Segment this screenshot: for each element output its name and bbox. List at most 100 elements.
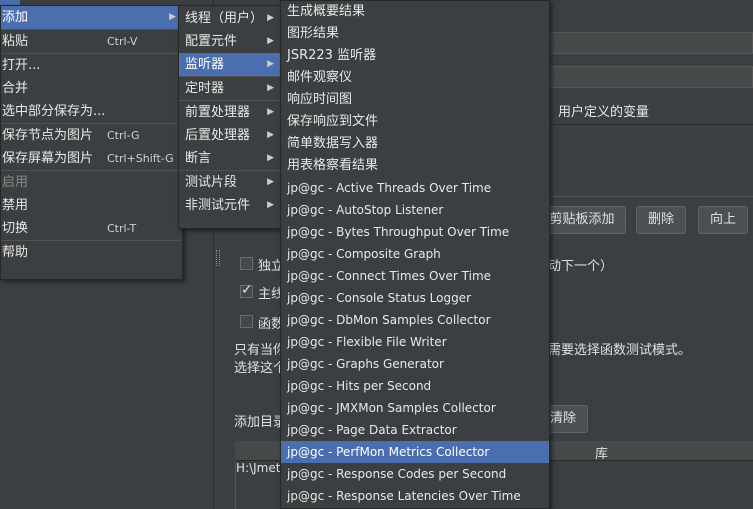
menu-item-label: 响应时间图 <box>287 92 353 107</box>
menu-item-help[interactable]: 帮助 <box>1 241 182 264</box>
listener-mailer-visualizer[interactable]: 邮件观察仪 <box>281 67 549 89</box>
submenu-arrow-icon: ▶ <box>267 177 274 187</box>
listener-active-threads[interactable]: jp@gc - Active Threads Over Time <box>281 177 549 199</box>
menu-item-label: 保存响应到文件 <box>287 114 379 129</box>
listener-hits-per-second[interactable]: jp@gc - Hits per Second <box>281 375 549 397</box>
listener-graphs-generator[interactable]: jp@gc - Graphs Generator <box>281 353 549 375</box>
submenu-item-config-element[interactable]: 配置元件 ▶ <box>179 30 280 53</box>
listener-console-status-logger[interactable]: jp@gc - Console Status Logger <box>281 287 549 309</box>
user-defined-vars-table[interactable] <box>548 125 753 197</box>
menu-item-label: 非测试元件 <box>185 198 251 213</box>
menu-item-label: 测试片段 <box>185 175 238 190</box>
independent-thread-checkbox[interactable] <box>240 257 253 270</box>
menu-item-label: JSR223 监听器 <box>287 48 377 63</box>
listener-view-results-table[interactable]: 用表格察看结果 <box>281 155 549 177</box>
menu-item-add[interactable]: 添加 ▶ <box>1 6 182 29</box>
submenu-arrow-icon: ▶ <box>267 59 274 69</box>
menu-item-merge[interactable]: 合并 <box>1 77 182 100</box>
menu-item-label: 合并 <box>2 81 29 96</box>
listener-response-time-graph[interactable]: 响应时间图 <box>281 89 549 111</box>
next-hint-text: 动下一个） <box>548 259 614 274</box>
menu-item-label: 断言 <box>185 151 212 166</box>
submenu-arrow-icon: ▶ <box>267 200 274 210</box>
listener-bytes-throughput[interactable]: jp@gc - Bytes Throughput Over Time <box>281 221 549 243</box>
listener-graph-results[interactable]: 图形结果 <box>281 23 549 45</box>
listener-save-responses[interactable]: 保存响应到文件 <box>281 111 549 133</box>
menu-item-open[interactable]: 打开... <box>1 54 182 77</box>
menu-item-label: 启用 <box>2 175 29 190</box>
menu-item-label: 切换 <box>2 221 29 236</box>
submenu-arrow-icon: ▶ <box>267 153 274 163</box>
listener-response-latencies[interactable]: jp@gc - Response Latencies Over Time <box>281 485 549 507</box>
submenu-arrow-icon: ▶ <box>267 107 274 117</box>
menu-item-label: 用表格察看结果 <box>287 158 379 173</box>
delete-button[interactable]: 删除 <box>636 206 686 234</box>
submenu-arrow-icon: ▶ <box>267 83 274 93</box>
submenu-item-test-fragment[interactable]: 测试片段 ▶ <box>179 171 280 194</box>
menu-item-label: 保存屏幕为图片 <box>2 151 94 166</box>
menu-item-label: jp@gc - Console Status Logger <box>287 291 471 305</box>
menu-item-label: jp@gc - Bytes Throughput Over Time <box>287 225 510 239</box>
menu-item-label: jp@gc - Active Threads Over Time <box>287 181 492 195</box>
listener-dbmon-collector[interactable]: jp@gc - DbMon Samples Collector <box>281 309 549 331</box>
listener-flexible-file-writer[interactable]: jp@gc - Flexible File Writer <box>281 331 549 353</box>
listener-jsr223[interactable]: JSR223 监听器 <box>281 45 549 67</box>
listener-summary-report[interactable]: 生成概要结果 <box>281 1 549 23</box>
functional-mode-checkbox[interactable] <box>240 315 253 328</box>
listener-composite-graph[interactable]: jp@gc - Composite Graph <box>281 243 549 265</box>
submenu-item-timer[interactable]: 定时器 ▶ <box>179 77 280 100</box>
submenu-item-listener[interactable]: 监听器 ▶ <box>179 53 280 76</box>
functional-note-end: 需要选择函数测试模式。 <box>548 343 692 358</box>
listener-response-codes[interactable]: jp@gc - Response Codes per Second <box>281 463 549 485</box>
submenu-item-assertion[interactable]: 断言 ▶ <box>179 147 280 170</box>
menu-item-save-node-image[interactable]: 保存节点为图片 Ctrl-G <box>1 124 182 147</box>
menu-item-disable[interactable]: 禁用 <box>1 194 182 217</box>
user-defined-vars-header: 用户定义的变量 <box>548 101 753 125</box>
listener-simple-data-writer[interactable]: 简单数据写入器 <box>281 133 549 155</box>
menu-item-label: jp@gc - Graphs Generator <box>287 357 444 371</box>
menu-item-save-screen-image[interactable]: 保存屏幕为图片 Ctrl+Shift-G <box>1 147 182 170</box>
listener-page-data-extractor[interactable]: jp@gc - Page Data Extractor <box>281 419 549 441</box>
submenu-item-non-test-element[interactable]: 非测试元件 ▶ <box>179 194 280 217</box>
comment-field[interactable] <box>548 66 753 88</box>
listener-jmxmon-collector[interactable]: jp@gc - JMXMon Samples Collector <box>281 397 549 419</box>
menu-item-save-selection[interactable]: 选中部分保存为... <box>1 100 182 123</box>
listener-submenu: 生成概要结果 图形结果 JSR223 监听器 邮件观察仪 响应时间图 保存响应到… <box>280 0 550 509</box>
menu-item-label: 邮件观察仪 <box>287 70 353 85</box>
listener-connect-times[interactable]: jp@gc - Connect Times Over Time <box>281 265 549 287</box>
menu-item-label: 定时器 <box>185 81 225 96</box>
move-up-button[interactable]: 向上 <box>698 206 748 234</box>
menu-item-label: 选中部分保存为... <box>2 104 106 119</box>
submenu-item-pre-processor[interactable]: 前置处理器 ▶ <box>179 101 280 124</box>
listener-autostop[interactable]: jp@gc - AutoStop Listener <box>281 199 549 221</box>
submenu-item-threads[interactable]: 线程（用户） ▶ <box>179 7 280 30</box>
select-text: 选择这个 <box>234 361 287 376</box>
menu-item-label: jp@gc - AutoStop Listener <box>287 203 444 217</box>
menu-item-label: 禁用 <box>2 198 29 213</box>
split-pane-divider[interactable] <box>216 250 220 266</box>
main-thread-checkbox[interactable] <box>240 282 253 298</box>
clipboard-add-button[interactable]: 剪贴板添加 <box>538 206 626 234</box>
menu-item-shortcut: Ctrl-T <box>107 222 137 235</box>
name-field[interactable] <box>548 32 753 54</box>
menu-item-label: jp@gc - Hits per Second <box>287 379 432 393</box>
menu-item-label: 粘贴 <box>2 34 29 49</box>
listener-perfmon-collector[interactable]: jp@gc - PerfMon Metrics Collector <box>281 441 549 463</box>
menu-item-label: 前置处理器 <box>185 105 251 120</box>
add-submenu: 线程（用户） ▶ 配置元件 ▶ 监听器 ▶ 定时器 ▶ 前置处理器 ▶ 后置处理… <box>178 5 281 229</box>
menu-item-label: 添加 <box>2 10 29 25</box>
menu-item-label: 线程（用户） <box>185 11 264 26</box>
menu-item-label: 生成概要结果 <box>287 4 366 19</box>
menu-item-toggle[interactable]: 切换 Ctrl-T <box>1 217 182 240</box>
submenu-arrow-icon: ▶ <box>169 12 176 22</box>
menu-item-label: 监听器 <box>185 57 225 72</box>
submenu-item-post-processor[interactable]: 后置处理器 ▶ <box>179 124 280 147</box>
menu-item-label: jp@gc - PerfMon Metrics Collector <box>287 445 490 459</box>
menu-item-label: 帮助 <box>2 245 29 260</box>
menu-item-paste[interactable]: 粘贴 Ctrl-V <box>1 30 182 53</box>
menu-item-label: jp@gc - Composite Graph <box>287 247 441 261</box>
submenu-arrow-icon: ▶ <box>267 13 274 23</box>
menu-item-label: 配置元件 <box>185 34 238 49</box>
menu-item-label: jp@gc - Page Data Extractor <box>287 423 457 437</box>
context-menu: 添加 ▶ 粘贴 Ctrl-V 打开... 合并 选中部分保存为... 保存节点为… <box>0 5 183 280</box>
